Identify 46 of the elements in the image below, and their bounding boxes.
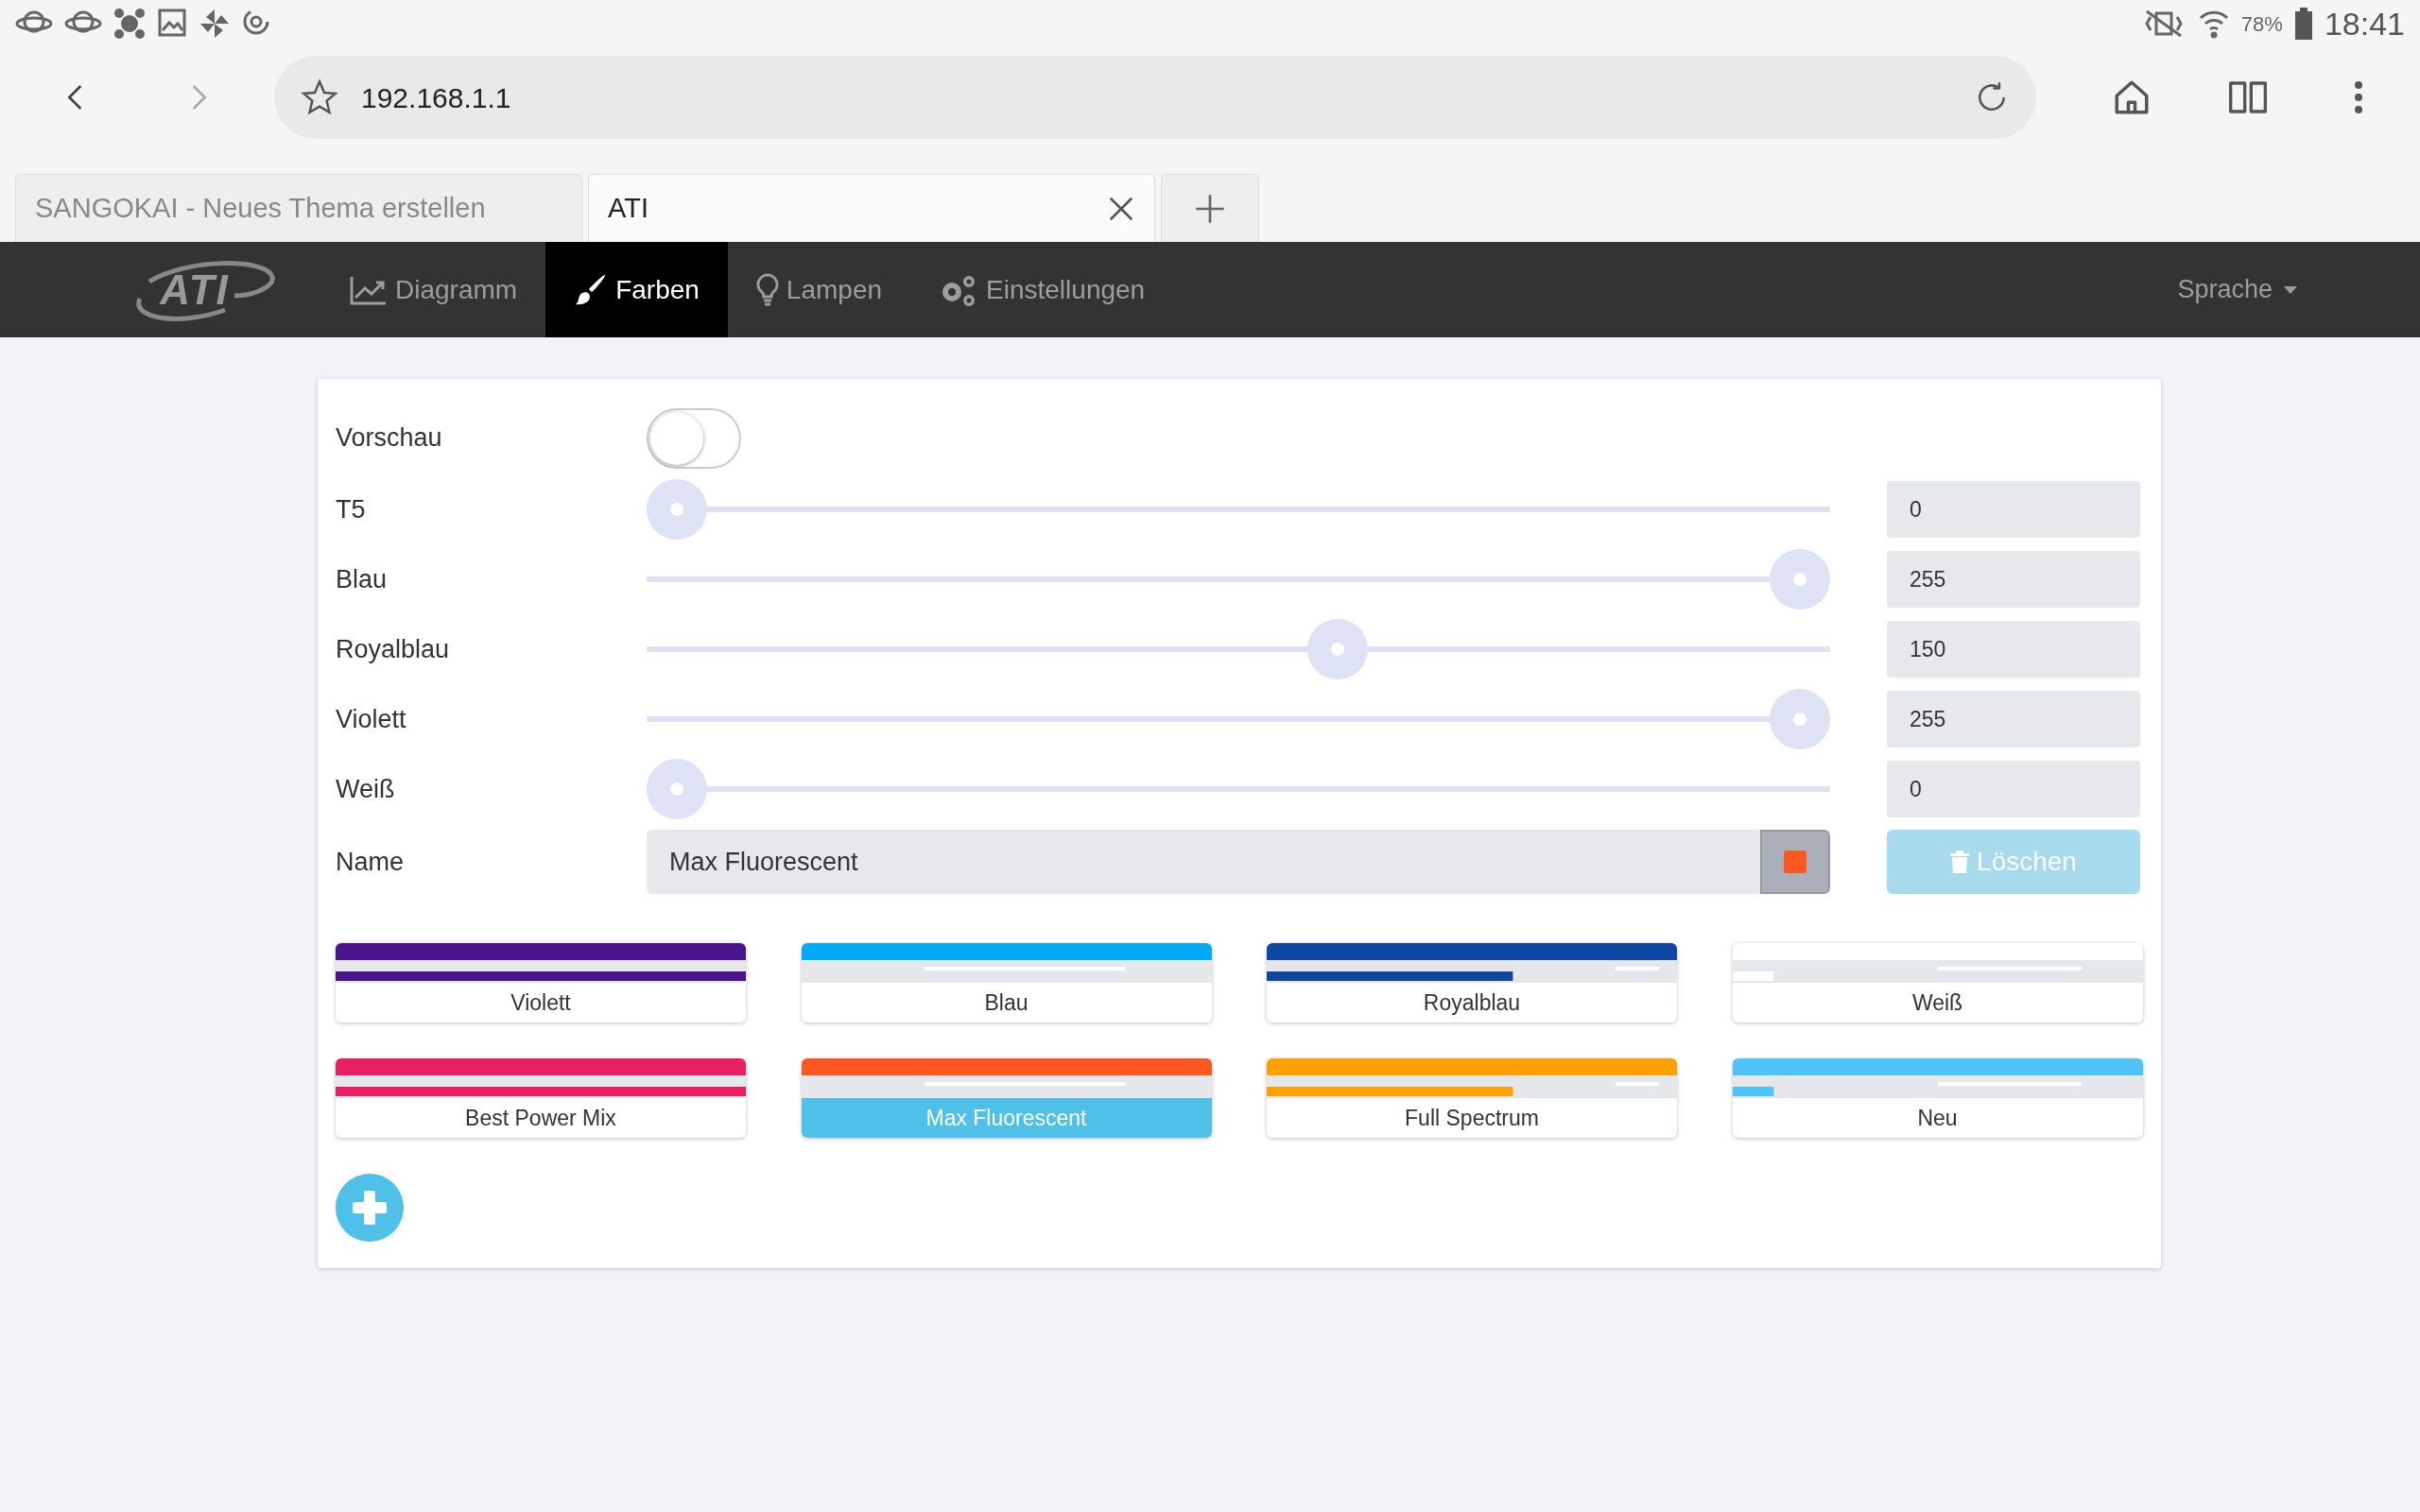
plus-icon — [1195, 193, 1225, 224]
star-icon[interactable] — [301, 78, 338, 116]
preset-card[interactable]: Full Spectrum — [1267, 1058, 1677, 1138]
preset-card[interactable]: Violett — [336, 943, 746, 1022]
color-picker-button[interactable] — [1760, 830, 1830, 894]
name-field[interactable]: Max Fluorescent — [647, 830, 1760, 894]
channel-value-field[interactable]: 150 — [1887, 621, 2140, 678]
address-bar[interactable]: 192.168.1.1 — [274, 56, 2036, 139]
battery-icon — [2293, 8, 2313, 40]
preset-card[interactable]: Blau — [801, 943, 1212, 1022]
nav-tab[interactable]: Farben — [545, 242, 728, 337]
preset-card[interactable]: Best Power Mix — [336, 1058, 746, 1138]
channel-value-field[interactable]: 0 — [1887, 761, 2140, 817]
nav-tab[interactable]: Einstellungen — [910, 242, 1174, 337]
channel-label: T5 — [336, 493, 367, 525]
preset-card[interactable]: Royalblau — [1267, 943, 1677, 1022]
lightbulb-icon — [755, 272, 779, 307]
channel-label: Royalblau — [336, 633, 451, 665]
language-dropdown[interactable]: Sprache — [2177, 242, 2297, 337]
preset-card[interactable]: Neu — [1732, 1058, 2143, 1138]
nav-tab[interactable]: Lampen — [727, 242, 911, 337]
caret-icon — [2284, 285, 2297, 294]
battery-percent: 78% — [2240, 10, 2283, 38]
browser-tab[interactable]: ATI — [588, 174, 1155, 242]
channel-value-field[interactable]: 255 — [1887, 551, 2140, 608]
channel-value-field[interactable]: 255 — [1887, 691, 2140, 747]
channel-label: Weiß — [336, 773, 396, 805]
new-tab-button[interactable] — [1161, 174, 1259, 242]
channel-label: Blau — [336, 563, 389, 595]
plus-icon — [351, 1189, 389, 1227]
trash-icon — [1950, 850, 1970, 873]
url-text: 192.168.1.1 — [361, 80, 511, 115]
wifi-icon — [2197, 9, 2230, 39]
channel-value-field[interactable]: 0 — [1887, 481, 2140, 538]
reading-mode-button[interactable] — [2227, 78, 2269, 116]
preview-label: Vorschau — [336, 422, 443, 455]
nav-tab[interactable]: Diagramm — [321, 242, 546, 337]
name-label: Name — [336, 846, 406, 878]
image-icon — [157, 8, 187, 38]
menu-button[interactable] — [2354, 80, 2363, 114]
clock-time: 18:41 — [2324, 4, 2405, 43]
channel-label: Violett — [336, 703, 407, 735]
pinwheel-icon — [199, 8, 231, 40]
line-chart-icon — [350, 274, 388, 305]
logo[interactable]: ATI — [112, 242, 278, 337]
preset-card[interactable]: Weiß — [1732, 943, 2143, 1022]
